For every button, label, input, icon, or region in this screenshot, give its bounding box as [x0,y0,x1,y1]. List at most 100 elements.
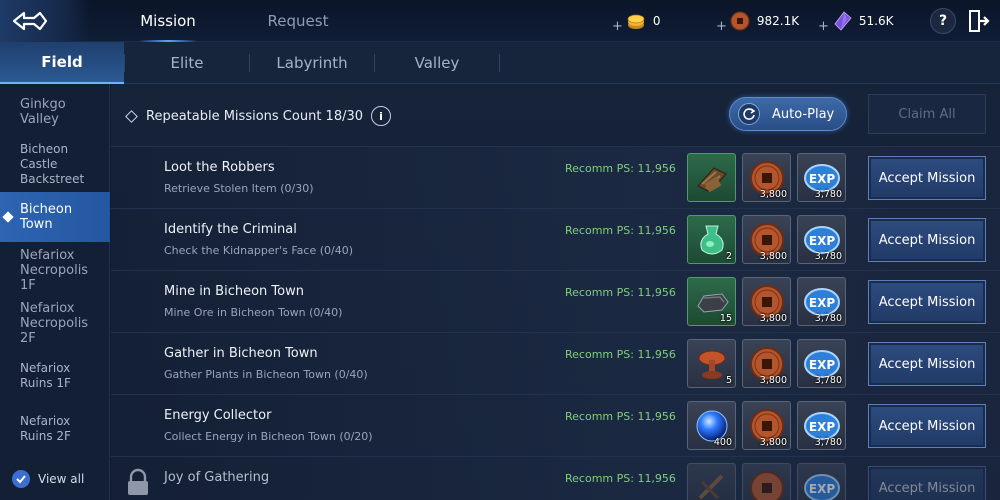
recommended-power: Recomm PS: 11,956 [565,472,676,485]
reward-exp[interactable]: EXP 3,780 [797,339,846,388]
gold-coin-icon [627,14,645,29]
sidebar-item-nefariox-necropolis-1f[interactable]: Nefariox Necropolis 1F [0,246,110,294]
recommended-power: Recomm PS: 11,956 [565,410,676,423]
tab-divider [499,54,500,72]
accept-mission-label: Accept Mission [878,170,976,186]
reward-item[interactable] [687,463,736,500]
exp-text: EXP [808,358,834,372]
mission-row[interactable]: Mine in Bicheon Town Mine Ore in Bicheon… [111,270,1000,332]
mission-header: Repeatable Missions Count 18/30 i Auto-P… [111,84,1000,146]
reward-item[interactable]: 2 [687,215,736,264]
reward-qty: 2 [725,251,732,262]
reward-coin[interactable]: 3,800 [742,277,791,326]
reward-coin[interactable] [742,463,791,500]
lock-icon [128,468,148,495]
sidebar-item-bicheon-castle-backstreet[interactable]: Bicheon Castle Backstreet [0,140,110,188]
mission-row-locked[interactable]: Joy of Gathering Recomm PS: 11,956 EXP A… [111,456,1000,500]
accept-mission-button[interactable]: Accept Mission [868,280,986,324]
tab-valley-label: Valley [414,54,460,72]
reward-exp[interactable]: EXP 3,780 [797,401,846,450]
tab-field[interactable]: Field [0,42,124,84]
reward-coin[interactable]: 3,800 [742,401,791,450]
sidebar-item-label: Nefariox Necropolis 1F [20,247,89,293]
view-all-toggle[interactable]: View all [12,470,84,488]
mission-objective: Check the Kidnapper's Face (0/40) [164,244,354,257]
checkmark-icon [16,475,26,484]
tab-request[interactable]: Request [258,0,338,42]
sidebar-item-nefariox-ruins-1f[interactable]: Nefariox Ruins 1F [0,352,110,400]
reward-exp[interactable]: EXP 3,780 [797,153,846,202]
auto-play-button[interactable]: Auto-Play [729,97,847,131]
reward-item[interactable]: 5 [687,339,736,388]
mission-objective: Retrieve Stolen Item (0/30) [164,182,314,195]
tab-mission[interactable]: Mission [128,0,208,42]
accept-mission-label: Accept Mission [878,294,976,310]
accept-mission-button[interactable]: Accept Mission [868,218,986,262]
sidebar-item-bicheon-town[interactable]: Bicheon Town [0,192,110,242]
reward-coin[interactable]: 3,800 [742,339,791,388]
exp-text: EXP [808,234,834,248]
reward-qty: 3,780 [814,437,842,448]
plus-icon: + [716,18,727,34]
checkbox[interactable] [12,470,30,488]
mission-title: Energy Collector [164,408,272,423]
accept-mission-button[interactable]: Accept Mission [868,342,986,386]
sidebar-item-nefariox-necropolis-2f[interactable]: Nefariox Necropolis 2F [0,298,110,348]
region-sidebar: Ginkgo Valley Bicheon Castle Backstreet … [0,84,110,500]
tab-request-label: Request [267,12,329,30]
mission-objective: Mine Ore in Bicheon Town (0/40) [164,306,343,319]
reward-qty: 400 [713,437,732,448]
accept-mission-button[interactable]: Accept Mission [868,404,986,448]
wooden-item-icon [698,474,723,499]
diamond-icon [125,109,138,123]
currency-copper[interactable]: + 982.1K [716,0,799,42]
accept-mission-button[interactable]: Accept Mission [868,466,986,500]
accept-mission-button[interactable]: Accept Mission [868,156,986,200]
reward-exp[interactable]: EXP [797,463,846,500]
copper-coin-icon [749,470,784,500]
reward-item[interactable] [687,153,736,202]
exp-text: EXP [808,172,834,186]
mission-title: Mine in Bicheon Town [164,284,304,299]
mission-title: Joy of Gathering [164,470,270,485]
exp-text: EXP [808,296,834,310]
reward-qty: 3,800 [759,251,787,262]
reward-qty: 3,780 [814,251,842,262]
reward-qty: 3,800 [759,375,787,386]
tab-elite[interactable]: Elite [125,42,249,84]
reward-exp[interactable]: EXP 3,780 [797,277,846,326]
claim-all-button[interactable]: Claim All [868,94,986,134]
tab-labyrinth[interactable]: Labyrinth [250,42,374,84]
mission-row[interactable]: Loot the Robbers Retrieve Stolen Item (0… [111,146,1000,208]
exit-door-icon[interactable] [966,8,990,34]
reward-coin[interactable]: 3,800 [742,215,791,264]
recommended-power: Recomm PS: 11,956 [565,162,676,175]
gold-value: 0 [652,14,661,28]
plus-icon: + [818,18,829,34]
mission-row[interactable]: Gather in Bicheon Town Gather Plants in … [111,332,1000,394]
help-button[interactable]: ? [930,8,956,34]
reward-qty: 3,800 [759,189,787,200]
sidebar-item-label: Bicheon Town [20,202,73,232]
currency-gold[interactable]: + 0 [612,0,661,42]
mission-row[interactable]: Energy Collector Collect Energy in Biche… [111,394,1000,456]
view-all-label: View all [38,472,85,486]
recommended-power: Recomm PS: 11,956 [565,224,676,237]
mission-row[interactable]: Identify the Criminal Check the Kidnappe… [111,208,1000,270]
repeatable-count: Repeatable Missions Count 18/30 i [125,106,392,126]
recommended-power: Recomm PS: 11,956 [565,348,676,361]
tab-valley[interactable]: Valley [375,42,499,84]
currency-crystal[interactable]: + 51.6K [818,0,894,42]
info-icon[interactable]: i [371,106,392,126]
copper-value: 982.1K [756,14,800,28]
reward-item[interactable]: 400 [687,401,736,450]
reward-exp[interactable]: EXP 3,780 [797,215,846,264]
back-button[interactable] [0,0,90,42]
purple-crystal-icon [834,11,852,31]
tab-mission-label: Mission [140,12,196,30]
reward-coin[interactable]: 3,800 [742,153,791,202]
sidebar-item-ginkgo-valley[interactable]: Ginkgo Valley [0,92,110,132]
sidebar-item-nefariox-ruins-2f[interactable]: Nefariox Ruins 2F [0,404,110,454]
reward-qty: 3,800 [759,313,787,324]
reward-item[interactable]: 15 [687,277,736,326]
